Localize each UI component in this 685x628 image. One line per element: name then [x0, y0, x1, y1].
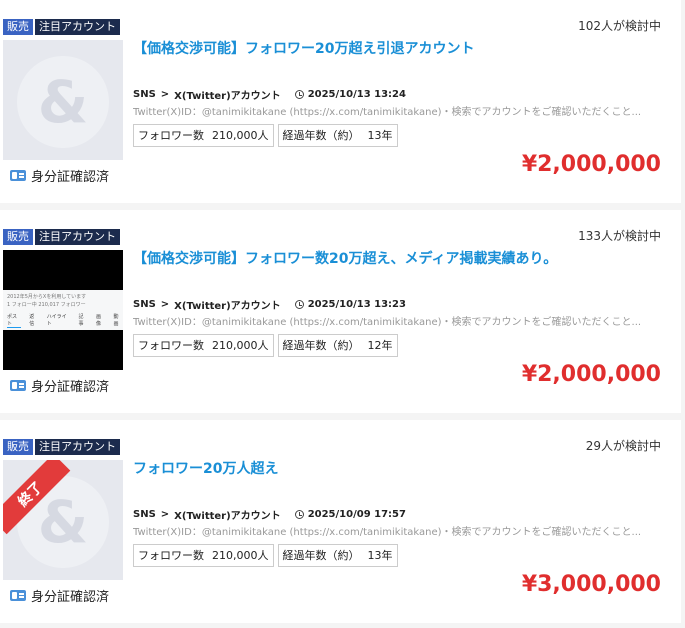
listing-stats: フォロワー数 210,000人 経過年数（約） 13年: [133, 544, 398, 567]
category-link[interactable]: SNS: [133, 509, 156, 520]
redacted-block: [3, 250, 123, 290]
id-verified-label: 身分証確認済: [31, 590, 110, 605]
id-verified-label: 身分証確認済: [31, 170, 110, 185]
listing-date: 2025/10/13 13:24: [307, 89, 406, 100]
chevron-right-icon: >: [160, 89, 170, 100]
listing-card[interactable]: 販売 注目アカウント & 身分証確認済 102人が検討中 【価格交渉可能】フォロ…: [0, 0, 681, 203]
listing-date: 2025/10/09 17:57: [307, 509, 406, 520]
profile-screenshot: 2012年5月からXを利用しています 1 フォロー中 210,017 フォロワー…: [3, 290, 123, 330]
sale-tag: 販売: [3, 439, 33, 455]
listing-price: ¥3,000,000: [521, 572, 661, 597]
listing-description: Twitter(X)ID：@tanimikitakane (https://x.…: [133, 317, 642, 328]
tag-group: 販売 注目アカウント: [3, 229, 120, 245]
listing-stats: フォロワー数 210,000人 経過年数（約） 12年: [133, 334, 398, 357]
id-card-icon: [10, 380, 26, 391]
followers-stat: フォロワー数 210,000人: [133, 124, 274, 147]
sale-tag: 販売: [3, 19, 33, 35]
tag-group: 販売 注目アカウント: [3, 19, 120, 35]
placeholder-logo-icon: &: [17, 56, 109, 148]
listing-title[interactable]: フォロワー20万人超え: [133, 458, 278, 478]
listing-thumbnail[interactable]: & 終了: [3, 460, 123, 580]
followers-stat: フォロワー数 210,000人: [133, 544, 274, 567]
listing-meta: SNS > X(Twitter)アカウント 2025/10/13 13:24: [133, 87, 406, 102]
chevron-right-icon: >: [160, 299, 170, 310]
subcategory-link[interactable]: X(Twitter)アカウント: [174, 507, 281, 522]
listing-price: ¥2,000,000: [521, 362, 661, 387]
clock-icon: [294, 300, 304, 309]
id-verified-badge: 身分証確認済: [10, 376, 109, 395]
listing-card[interactable]: 販売 注目アカウント 2012年5月からXを利用しています 1 フォロー中 21…: [0, 210, 681, 413]
id-verified-label: 身分証確認済: [31, 380, 110, 395]
subcategory-link[interactable]: X(Twitter)アカウント: [174, 87, 281, 102]
id-card-icon: [10, 170, 26, 181]
watchers-count: 29人が検討中: [585, 439, 661, 453]
years-stat: 経過年数（約） 13年: [277, 544, 398, 567]
chevron-right-icon: >: [160, 509, 170, 520]
subcategory-link[interactable]: X(Twitter)アカウント: [174, 297, 281, 312]
listing-meta: SNS > X(Twitter)アカウント 2025/10/09 17:57: [133, 507, 406, 522]
listing-stats: フォロワー数 210,000人 経過年数（約） 13年: [133, 124, 398, 147]
tag-group: 販売 注目アカウント: [3, 439, 120, 455]
years-stat: 経過年数（約） 13年: [277, 124, 398, 147]
clock-icon: [294, 90, 304, 99]
listing-meta: SNS > X(Twitter)アカウント 2025/10/13 13:23: [133, 297, 406, 312]
listing-title[interactable]: 【価格交渉可能】フォロワー20万超え引退アカウント: [133, 38, 474, 58]
clock-icon: [294, 510, 304, 519]
id-verified-badge: 身分証確認済: [10, 166, 109, 185]
id-card-icon: [10, 590, 26, 601]
category-link[interactable]: SNS: [133, 89, 156, 100]
listing-thumbnail[interactable]: 2012年5月からXを利用しています 1 フォロー中 210,017 フォロワー…: [3, 250, 123, 370]
category-link[interactable]: SNS: [133, 299, 156, 310]
featured-tag: 注目アカウント: [35, 439, 120, 455]
listing-thumbnail[interactable]: &: [3, 40, 123, 160]
followers-stat: フォロワー数 210,000人: [133, 334, 274, 357]
listing-price: ¥2,000,000: [521, 152, 661, 177]
listing-description: Twitter(X)ID：@tanimikitakane (https://x.…: [133, 527, 642, 538]
redacted-block: [3, 330, 123, 370]
listing-description: Twitter(X)ID：@tanimikitakane (https://x.…: [133, 107, 642, 118]
featured-tag: 注目アカウント: [35, 229, 120, 245]
years-stat: 経過年数（約） 12年: [277, 334, 398, 357]
sale-tag: 販売: [3, 229, 33, 245]
listing-title[interactable]: 【価格交渉可能】フォロワー数20万超え、メディア掲載実績あり。: [133, 248, 557, 268]
watchers-count: 133人が検討中: [578, 229, 661, 243]
featured-tag: 注目アカウント: [35, 19, 120, 35]
listing-card[interactable]: 販売 注目アカウント & 終了 身分証確認済 29人が検討中 フォロワー20万人…: [0, 420, 681, 623]
listing-date: 2025/10/13 13:23: [307, 299, 406, 310]
watchers-count: 102人が検討中: [578, 19, 661, 33]
id-verified-badge: 身分証確認済: [10, 586, 109, 605]
